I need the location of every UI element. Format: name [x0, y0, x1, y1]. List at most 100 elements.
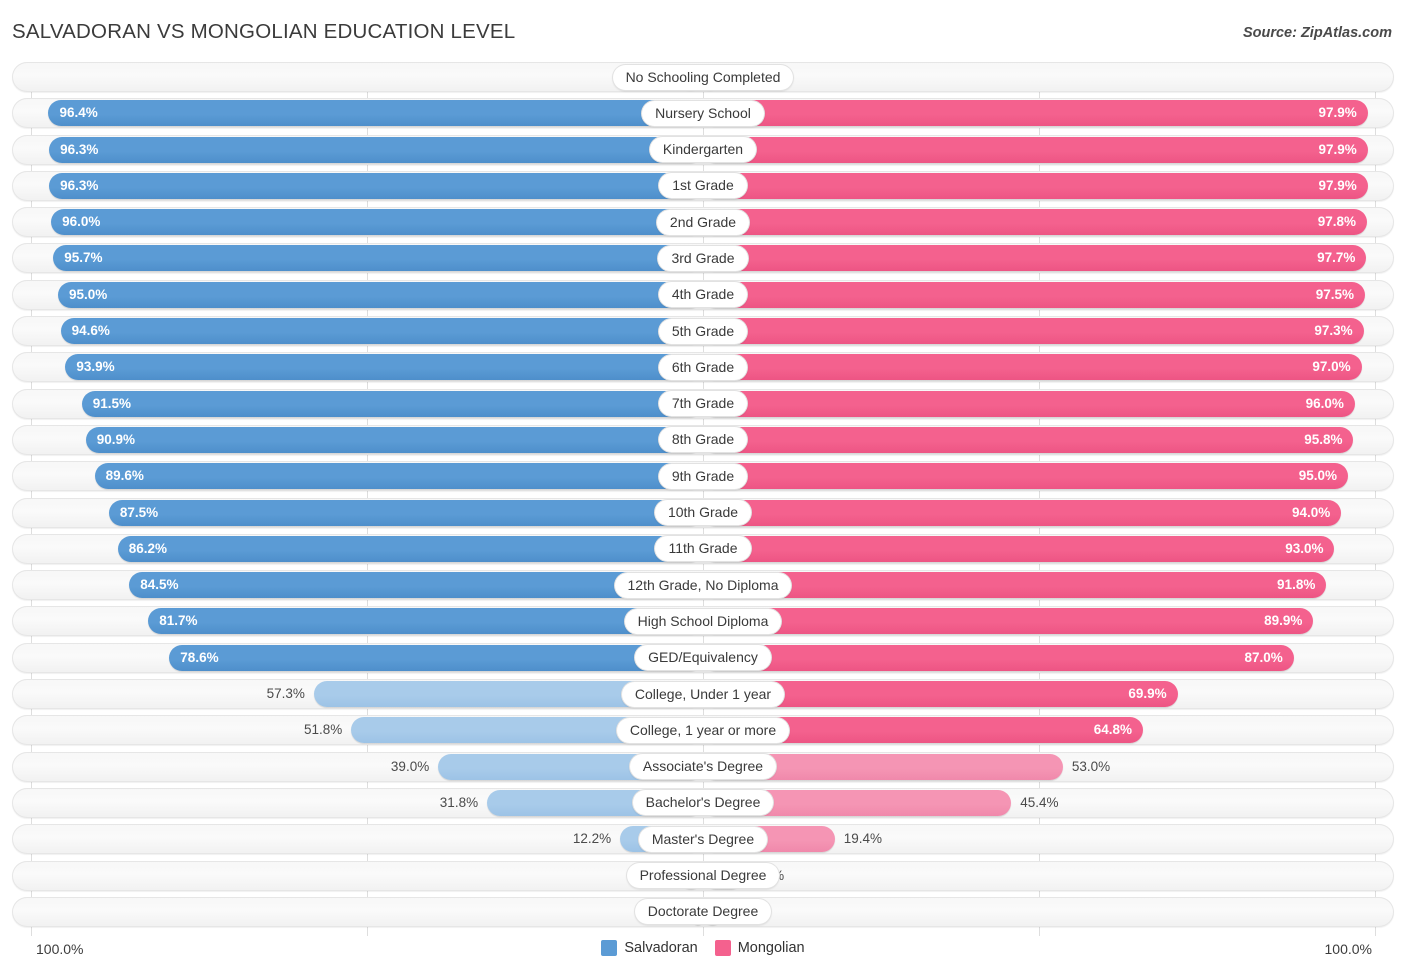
legend-label-mongolian: Mongolian: [737, 940, 805, 956]
bar-mongolian: [703, 681, 1178, 708]
chart-row: 12.2% 19.4% Master's Degree: [12, 824, 1394, 855]
bar-salvadoran: [48, 100, 703, 127]
value-label-salvadoran: 39.0%: [390, 758, 430, 774]
bar-salvadoran: [677, 64, 703, 90]
chart-row: 91.5% 96.0% 7th Grade: [12, 388, 1394, 419]
diverging-bar-chart: 3.7% 2.1% No Schooling Completed 96.4% 97.9%…: [12, 62, 1394, 936]
value-label-mongolian: 19.4%: [843, 831, 882, 847]
bar-mongolian: [703, 463, 1349, 490]
bar-mongolian: [703, 354, 1362, 381]
value-label-mongolian: 2.1%: [726, 69, 758, 84]
value-label-mongolian: 87.0%: [1244, 649, 1283, 665]
chart-row: 86.2% 93.0% 11th Grade: [12, 533, 1394, 564]
value-label-mongolian: 53.0%: [1071, 758, 1111, 774]
value-label-salvadoran: 96.3%: [60, 141, 99, 157]
bar-mongolian: [703, 245, 1367, 272]
value-label-salvadoran: 95.7%: [64, 250, 103, 266]
chart-row: 39.0% 53.0% Associate's Degree: [12, 751, 1394, 782]
chart-row: 96.3% 97.9% 1st Grade: [12, 170, 1394, 201]
chart-row: 81.7% 89.9% High School Diploma: [12, 606, 1394, 637]
value-label-salvadoran: 91.5%: [92, 395, 131, 411]
legend: Salvadoran Mongolian: [0, 940, 1406, 956]
source-label: Source: ZipAtlas.com: [1242, 25, 1392, 41]
bar-mongolian: [703, 717, 1143, 744]
chart-row: 87.5% 94.0% 10th Grade: [12, 497, 1394, 528]
chart-row: 51.8% 64.8% College, 1 year or more: [12, 715, 1394, 746]
legend-swatch-salvadoran: [601, 940, 618, 956]
bar-mongolian: [703, 426, 1354, 453]
value-label-salvadoran: 3.5%: [639, 867, 671, 883]
value-label-salvadoran: 81.7%: [159, 613, 198, 629]
bar-mongolian: [703, 136, 1368, 163]
value-label-salvadoran: 84.5%: [140, 577, 179, 593]
legend-label-salvadoran: Salvadoran: [624, 940, 698, 956]
value-label-mongolian: 97.8%: [1317, 214, 1357, 230]
bar-salvadoran: [679, 862, 703, 889]
bar-salvadoran: [487, 789, 703, 816]
chart-row: 78.6% 87.0% GED/Equivalency: [12, 642, 1394, 673]
value-label-salvadoran: 31.8%: [439, 794, 479, 810]
bar-mongolian: [703, 608, 1314, 635]
bar-salvadoran: [94, 463, 703, 490]
value-label-mongolian: 97.9%: [1318, 105, 1357, 121]
bar-salvadoran: [65, 354, 703, 381]
chart-row: 93.9% 97.0% 6th Grade: [12, 352, 1394, 383]
bar-mongolian: [703, 499, 1342, 526]
value-label-mongolian: 93.0%: [1285, 540, 1324, 556]
value-label-salvadoran: 96.0%: [62, 214, 101, 230]
value-label-salvadoran: 51.8%: [304, 722, 343, 738]
value-label-salvadoran: 86.2%: [128, 540, 167, 556]
bar-salvadoran: [85, 426, 703, 453]
chart-rows: 3.7% 2.1% No Schooling Completed 96.4% 97.9%…: [12, 62, 1394, 936]
bar-mongolian: [703, 281, 1366, 308]
bar-salvadoran: [108, 499, 703, 526]
value-label-salvadoran: 78.6%: [180, 649, 219, 665]
value-label-salvadoran: 95.0%: [68, 286, 108, 302]
value-label-salvadoran: 12.2%: [572, 831, 612, 847]
value-label-salvadoran: 87.5%: [119, 504, 159, 520]
bar-mongolian: [703, 898, 722, 925]
bar-salvadoran: [57, 281, 703, 308]
chart-row: 90.9% 95.8% 8th Grade: [12, 424, 1394, 455]
bar-salvadoran: [692, 898, 703, 925]
bar-mongolian: [703, 789, 1012, 816]
bar-salvadoran: [51, 209, 703, 236]
bar-salvadoran: [129, 572, 703, 599]
bar-salvadoran: [620, 826, 703, 853]
legend-item-mongolian[interactable]: Mongolian: [714, 940, 805, 956]
chart-row: 84.5% 91.8% 12th Grade, No Diploma: [12, 570, 1394, 601]
bar-salvadoran: [438, 753, 703, 780]
page-title: SALVADORAN VS MONGOLIAN EDUCATION LEVEL: [12, 20, 516, 43]
bar-salvadoran: [148, 608, 703, 635]
value-label-mongolian: 95.8%: [1304, 431, 1343, 447]
value-label-mongolian: 89.9%: [1264, 613, 1303, 629]
value-label-salvadoran: 89.6%: [105, 468, 144, 484]
bar-salvadoran: [351, 717, 703, 744]
bar-mongolian: [703, 535, 1335, 562]
bar-mongolian: [703, 390, 1355, 417]
bar-salvadoran: [60, 318, 703, 345]
value-label-salvadoran: 96.4%: [59, 105, 98, 121]
chart-row: 95.0% 97.5% 4th Grade: [12, 279, 1394, 310]
value-label-salvadoran: 94.6%: [71, 323, 110, 339]
chart-row: 95.7% 97.7% 3rd Grade: [12, 243, 1394, 274]
bar-mongolian: [703, 644, 1294, 671]
bar-mongolian: [703, 753, 1063, 780]
value-label-salvadoran: 57.3%: [266, 686, 305, 702]
value-label-salvadoran: 3.7%: [638, 69, 669, 84]
bar-mongolian: [703, 862, 745, 889]
chart-row: 31.8% 45.4% Bachelor's Degree: [12, 787, 1394, 818]
legend-swatch-mongolian: [714, 940, 731, 956]
value-label-mongolian: 97.3%: [1314, 323, 1353, 339]
bar-mongolian: [703, 64, 718, 90]
chart-row: 96.4% 97.9% Nursery School: [12, 98, 1394, 129]
legend-item-salvadoran[interactable]: Salvadoran: [601, 940, 698, 956]
chart-row: 89.6% 95.0% 9th Grade: [12, 461, 1394, 492]
bar-salvadoran: [313, 681, 703, 708]
chart-row: 3.5% 6.1% Professional Degree: [12, 860, 1394, 891]
chart-row: 96.3% 97.9% Kindergarten: [12, 134, 1394, 165]
chart-row: 94.6% 97.3% 5th Grade: [12, 316, 1394, 347]
value-label-mongolian: 97.7%: [1317, 250, 1356, 266]
value-label-mongolian: 95.0%: [1298, 468, 1338, 484]
bar-mongolian: [703, 318, 1364, 345]
